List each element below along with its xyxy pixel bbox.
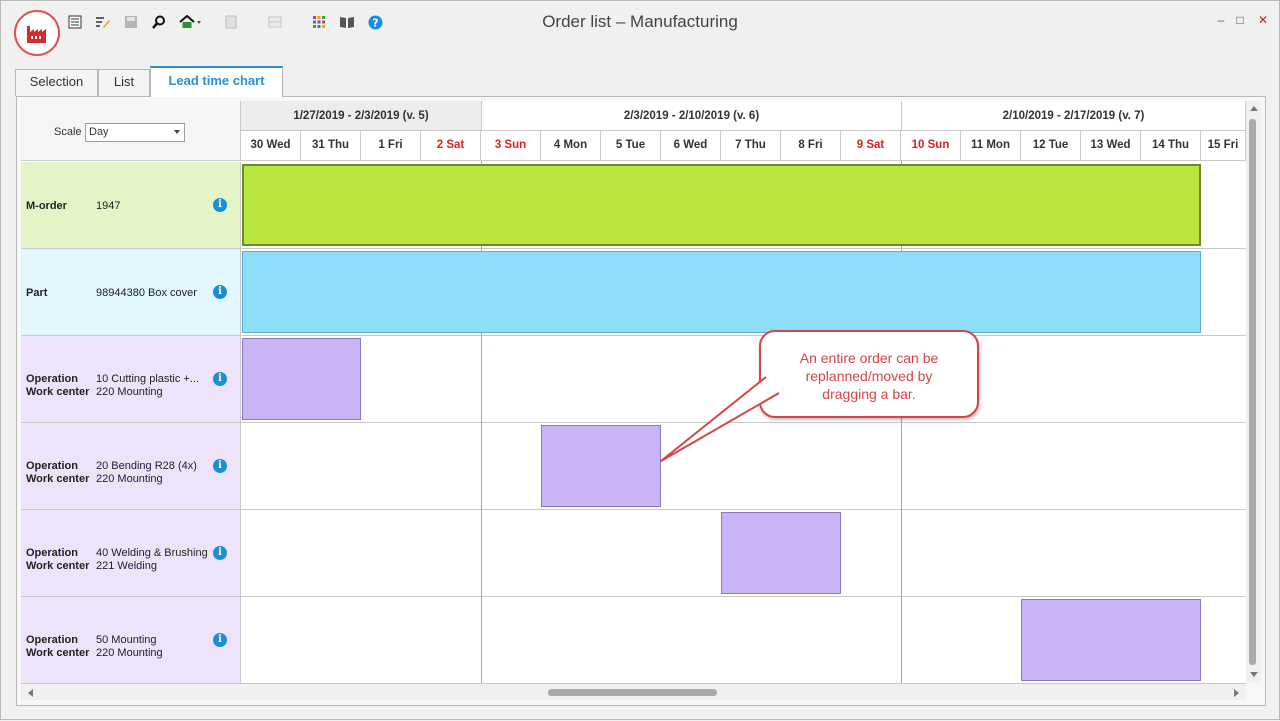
- row-value: 220 Mounting: [96, 647, 163, 659]
- day-header-cell: 5 Tue: [601, 131, 661, 161]
- day-header-cell: 7 Thu: [721, 131, 781, 161]
- tab-list[interactable]: List: [98, 69, 150, 96]
- row-key-label: Operation: [26, 634, 78, 646]
- day-header-cell: 13 Wed: [1081, 131, 1141, 161]
- row-value: 50 Mounting: [96, 634, 157, 646]
- week-header: 2/10/2019 - 2/17/2019 (v. 7): [902, 101, 1246, 131]
- gantt-row: [241, 423, 1246, 510]
- scroll-right-icon[interactable]: [1234, 689, 1239, 697]
- scroll-down-icon[interactable]: [1250, 672, 1258, 677]
- scale-select[interactable]: Day: [85, 123, 185, 142]
- scale-select-value: Day: [89, 126, 109, 138]
- scroll-up-icon[interactable]: [1250, 106, 1258, 111]
- maximize-button[interactable]: □: [1230, 13, 1250, 27]
- row-key-label: Work center: [26, 473, 90, 485]
- operation-bar[interactable]: [541, 425, 661, 507]
- day-header-cell: 12 Tue: [1021, 131, 1081, 161]
- callout-tooltip: An entire order can be replanned/moved b…: [759, 330, 979, 418]
- row-value: 220 Mounting: [96, 386, 163, 398]
- day-header-cell: 2 Sat: [421, 131, 481, 161]
- row-key-label: M-order: [26, 200, 67, 212]
- row-value: 20 Bending R28 (4x): [96, 460, 197, 472]
- app-window: ? Order list – Manufacturing – □ ✕ Selec…: [0, 0, 1280, 720]
- tab-selection[interactable]: Selection: [15, 69, 98, 96]
- scroll-left-icon[interactable]: [28, 689, 33, 697]
- close-button[interactable]: ✕: [1253, 13, 1273, 27]
- week-header: 1/27/2019 - 2/3/2019 (v. 5): [241, 101, 482, 131]
- part-bar[interactable]: [242, 251, 1201, 333]
- callout-line: An entire order can be: [799, 350, 939, 366]
- window-title: Order list – Manufacturing: [542, 12, 738, 31]
- info-icon[interactable]: i: [213, 459, 227, 473]
- operation-bar[interactable]: [721, 512, 841, 594]
- horizontal-scrollbar-thumb[interactable]: [548, 689, 717, 696]
- day-header-cell: 1 Fri: [361, 131, 421, 161]
- gantt-row: [241, 336, 1246, 423]
- m-order-bar[interactable]: [242, 164, 1201, 246]
- day-header-cell: 3 Sun: [481, 131, 541, 161]
- week-header: 2/3/2019 - 2/10/2019 (v. 6): [482, 101, 902, 131]
- day-header-cell: 31 Thu: [301, 131, 361, 161]
- row-key-label: Part: [26, 287, 48, 299]
- chevron-down-icon: [174, 130, 180, 134]
- row-value: 10 Cutting plastic +...: [96, 373, 200, 385]
- row-key-label: Work center: [26, 560, 90, 572]
- day-header-cell: 14 Thu: [1141, 131, 1201, 161]
- factory-logo-icon[interactable]: [14, 10, 60, 56]
- info-icon[interactable]: i: [213, 285, 227, 299]
- day-header-cell: 9 Sat: [841, 131, 901, 161]
- row-header[interactable]: Operation 10 Cutting plastic +... Work cen…: [21, 336, 241, 423]
- row-key-label: Operation: [26, 373, 78, 385]
- row-key-label: Operation: [26, 460, 78, 472]
- day-header-cell: 8 Fri: [781, 131, 841, 161]
- day-header-cell: 6 Wed: [661, 131, 721, 161]
- tab-lead-time-chart[interactable]: Lead time chart: [150, 66, 283, 97]
- operation-bar[interactable]: [1021, 599, 1201, 681]
- scale-label: Scale: [54, 126, 82, 138]
- info-icon[interactable]: i: [213, 546, 227, 560]
- row-value: 98944380 Box cover: [96, 287, 197, 299]
- vertical-scrollbar-thumb[interactable]: [1249, 119, 1256, 665]
- day-header-cell: 10 Sun: [901, 131, 961, 161]
- minimize-button[interactable]: –: [1211, 13, 1231, 27]
- row-header[interactable]: Operation 20 Bending R28 (4x) Work center 2…: [21, 423, 241, 510]
- info-icon[interactable]: i: [213, 372, 227, 386]
- row-value: 221 Welding: [96, 560, 157, 572]
- row-key-label: Work center: [26, 386, 90, 398]
- row-header[interactable]: Part 98944380 Box cover i: [21, 249, 241, 336]
- info-icon[interactable]: i: [213, 198, 227, 212]
- callout-line: dragging a bar.: [822, 386, 916, 402]
- operation-bar[interactable]: [242, 338, 361, 420]
- day-header-cell: 30 Wed: [241, 131, 301, 161]
- day-header-cell: 15 Fri: [1201, 131, 1246, 161]
- callout-line: replanned/moved by: [805, 368, 933, 384]
- row-value: 40 Welding & Brushing: [96, 547, 208, 559]
- info-icon[interactable]: i: [213, 633, 227, 647]
- row-key-label: Operation: [26, 547, 78, 559]
- row-key-label: Work center: [26, 647, 90, 659]
- title-bar: ? Order list – Manufacturing – □ ✕: [1, 1, 1279, 41]
- row-header[interactable]: Operation 50 Mounting Work center 220 Mount…: [21, 597, 241, 684]
- day-header-cell: 4 Mon: [541, 131, 601, 161]
- day-header-cell: 11 Mon: [961, 131, 1021, 161]
- row-header[interactable]: Operation 40 Welding & Brushing Work cente…: [21, 510, 241, 597]
- row-header[interactable]: M-order 1947 i: [21, 162, 241, 249]
- row-value: 1947: [96, 200, 121, 212]
- row-value: 220 Mounting: [96, 473, 163, 485]
